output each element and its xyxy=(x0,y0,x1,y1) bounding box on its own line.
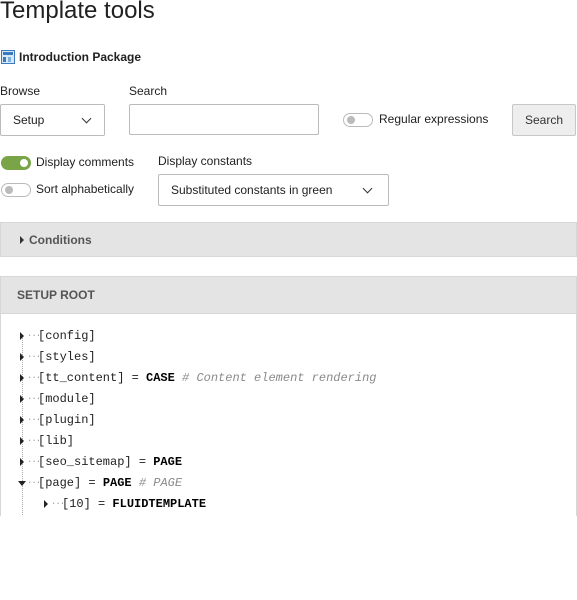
tree-row[interactable]: ··· [plugin] xyxy=(1,410,576,431)
tree-operator: = xyxy=(81,476,103,490)
tree-row[interactable]: ··· [page] = PAGE # PAGE xyxy=(1,473,576,494)
tree-comment: # PAGE xyxy=(131,476,183,490)
chevron-down-icon xyxy=(362,183,373,194)
sort-alpha-label: Sort alphabetically xyxy=(36,182,135,196)
expand-icon[interactable] xyxy=(20,332,24,340)
tree-operator: = xyxy=(131,455,154,469)
expand-icon[interactable] xyxy=(44,500,48,508)
toggle-knob xyxy=(347,116,355,124)
tree-key: [styles] xyxy=(38,350,96,364)
expand-icon[interactable] xyxy=(20,374,24,382)
tree-key: [seo_sitemap] xyxy=(38,455,132,469)
expand-icon[interactable] xyxy=(20,353,24,361)
conditions-label: Conditions xyxy=(29,232,92,247)
tree-value: PAGE xyxy=(153,455,183,469)
setup-root-panel: SETUP ROOT ··· [config] ··· [styles] ···… xyxy=(0,276,577,516)
search-input[interactable] xyxy=(129,104,319,135)
setup-tree: ··· [config] ··· [styles] ··· [tt_conten… xyxy=(1,326,576,516)
conditions-panel-header[interactable]: Conditions xyxy=(0,222,577,257)
expand-icon[interactable] xyxy=(20,437,24,445)
tree-key: [lib] xyxy=(38,434,75,448)
expand-icon[interactable] xyxy=(20,395,24,403)
tree-row[interactable]: ··· [10] = FLUIDTEMPLATE xyxy=(1,494,576,515)
tree-key: [plugin] xyxy=(38,413,96,427)
search-label: Search xyxy=(129,84,168,98)
expand-icon[interactable] xyxy=(20,458,24,466)
tree-operator: = xyxy=(90,497,113,511)
tree-row[interactable]: ··· [seo_sitemap] = PAGE xyxy=(1,452,576,473)
expand-icon[interactable] xyxy=(20,416,24,424)
search-button[interactable]: Search xyxy=(512,104,576,136)
chevron-down-icon xyxy=(81,113,92,124)
browse-select-value: Setup xyxy=(13,113,45,127)
tree-row[interactable]: ··· [tt_content] = CASE # Content elemen… xyxy=(1,368,576,389)
tree-key: [10] xyxy=(62,497,91,511)
tree-value: FLUIDTEMPLATE xyxy=(112,497,207,511)
browse-select[interactable]: Setup xyxy=(0,104,105,136)
package-name: Introduction Package xyxy=(19,50,142,64)
tree-row[interactable]: ··· [config] xyxy=(1,326,576,347)
package-link[interactable]: Introduction Package xyxy=(1,49,141,65)
tree-row[interactable]: ··· [lib] xyxy=(1,431,576,452)
tree-key: [tt_content] xyxy=(38,371,125,385)
tree-comment: # Content element rendering xyxy=(174,371,377,385)
caret-right-icon xyxy=(20,235,24,244)
tree-operator: = xyxy=(124,371,147,385)
setup-root-header: SETUP ROOT xyxy=(1,277,576,314)
display-comments-label: Display comments xyxy=(36,155,135,169)
tree-key: [page] xyxy=(38,476,82,490)
tree-value: PAGE xyxy=(102,476,132,490)
browse-label: Browse xyxy=(0,84,41,98)
display-comments-toggle[interactable] xyxy=(1,156,31,170)
tree-key: [module] xyxy=(38,392,96,406)
display-constants-label: Display constants xyxy=(158,154,253,168)
toggle-knob xyxy=(5,186,13,194)
display-constants-select[interactable]: Substituted constants in green xyxy=(158,174,389,206)
page-title: Template tools xyxy=(0,0,155,24)
tree-value: CASE xyxy=(146,371,175,385)
tree-key: [config] xyxy=(38,329,96,343)
template-icon xyxy=(1,50,15,64)
toggle-knob xyxy=(20,159,28,167)
display-constants-value: Substituted constants in green xyxy=(171,183,333,197)
setup-root-title: SETUP ROOT xyxy=(17,288,95,302)
regex-label: Regular expressions xyxy=(379,112,489,126)
regex-toggle[interactable] xyxy=(343,113,373,127)
sort-alpha-toggle[interactable] xyxy=(1,183,31,197)
tree-row[interactable]: ··· [module] xyxy=(1,389,576,410)
tree-row[interactable]: ··· [styles] xyxy=(1,347,576,368)
collapse-icon[interactable] xyxy=(18,481,26,486)
